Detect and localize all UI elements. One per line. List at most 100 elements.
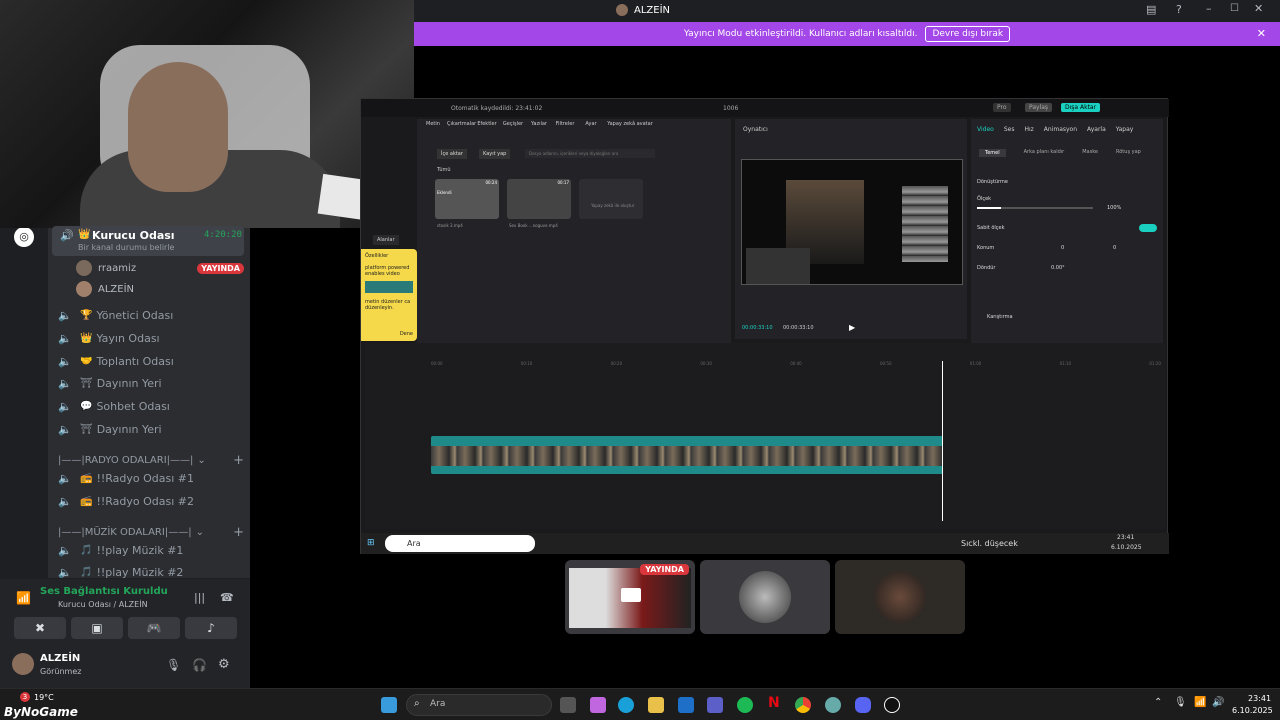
media-clip[interactable]: Eklendi 00:24	[435, 179, 499, 219]
close-icon[interactable]: ✕	[1257, 27, 1266, 40]
scale-slider[interactable]	[977, 207, 1093, 209]
add-channel-icon[interactable]: +	[233, 525, 244, 540]
clock-date[interactable]: 6.10.2025	[1232, 706, 1273, 715]
spotify-icon[interactable]	[737, 697, 753, 713]
camera-button[interactable]: ✖	[14, 617, 66, 639]
voice-status[interactable]: Ses Bağlantısı Kuruldu	[40, 586, 168, 597]
sidebar-section[interactable]: Alanlar	[373, 235, 399, 245]
subtab-retouch[interactable]: Rötuş yap	[1116, 149, 1141, 157]
disable-button[interactable]: Devre dışı bırak	[925, 26, 1011, 42]
scale-value[interactable]: 100%	[1107, 205, 1121, 211]
tool-effects[interactable]: Efektler	[475, 121, 499, 127]
music-channel[interactable]: 🔈 🎵 !!play Müzik #1	[52, 539, 244, 561]
rotate-value[interactable]: 0.00°	[1051, 265, 1065, 271]
tool-adjust[interactable]: Ayar	[579, 121, 603, 127]
capcut-icon[interactable]	[884, 697, 900, 713]
mic-icon[interactable]: 🎙	[1174, 697, 1187, 708]
settings-icon[interactable]: ⚙	[218, 657, 230, 672]
blend-label[interactable]: Karıştırma	[987, 314, 1013, 320]
help-icon[interactable]: ?	[1176, 3, 1182, 16]
subtab-mask[interactable]: Maske	[1082, 149, 1098, 157]
participant-tile[interactable]	[835, 560, 965, 634]
settings-icon[interactable]	[825, 697, 841, 713]
avatar[interactable]	[12, 653, 34, 675]
screen-share-button[interactable]: ▣	[71, 617, 123, 639]
tab-animation[interactable]: Animasyon	[1044, 126, 1077, 133]
tool-ai-avatar[interactable]: Yapay zekâ avatar	[605, 121, 655, 127]
wifi-icon[interactable]: 📶	[1194, 697, 1206, 708]
chevron-up-icon[interactable]: ⌃	[1154, 697, 1162, 708]
tab-video[interactable]: Video	[977, 126, 994, 133]
outlook-icon[interactable]	[678, 697, 694, 713]
tool-stickers[interactable]: Çıkartmalar	[447, 121, 476, 127]
share-button[interactable]: Paylaş	[1025, 103, 1053, 112]
try-button[interactable]: Dene	[400, 331, 413, 337]
media-search[interactable]: Dosya adlarını, içerikleri veya diyaloğl…	[525, 149, 655, 158]
tab-audio[interactable]: Ses	[1004, 126, 1015, 133]
inbox-icon[interactable]: ▤	[1146, 3, 1156, 16]
add-channel-icon[interactable]: +	[233, 453, 244, 468]
close-button[interactable]: ✕	[1254, 2, 1263, 15]
tool-filters[interactable]: Filtreler	[553, 121, 577, 127]
voice-channel[interactable]: 🔈 ⛩ Dayının Yeri	[52, 418, 244, 440]
uniform-scale-toggle[interactable]	[1139, 224, 1157, 232]
voice-channel[interactable]: 🔈 🏆 Yönetici Odası	[52, 304, 244, 326]
filter-all[interactable]: Tümü	[437, 167, 451, 173]
tool-captions[interactable]: Yazılar	[527, 121, 551, 127]
teams-icon[interactable]	[707, 697, 723, 713]
weather-temp[interactable]: 19°C	[34, 693, 54, 702]
voice-location[interactable]: Kurucu Odası / ALZEİN	[58, 600, 148, 609]
record-button[interactable]: Kayıt yap	[479, 149, 511, 159]
subtab-remove-bg[interactable]: Arka planı kaldır	[1024, 149, 1065, 157]
category-music[interactable]: |——|MÜZİK ODALARI|——| ⌄ +	[58, 525, 244, 540]
volume-icon[interactable]: 🔊	[1212, 697, 1224, 708]
search-box[interactable]	[406, 694, 552, 716]
start-icon[interactable]	[381, 697, 397, 713]
participant-tile[interactable]	[700, 560, 830, 634]
headphones-icon[interactable]: 🎧	[192, 658, 207, 672]
activity-button[interactable]: 🎮	[128, 617, 180, 639]
stream-tile[interactable]: YAYINDA	[565, 560, 695, 634]
disconnect-icon[interactable]: ☎	[220, 591, 234, 604]
folder-icon[interactable]	[648, 697, 664, 713]
tool-text[interactable]: Metin	[421, 121, 445, 127]
playhead[interactable]	[942, 361, 943, 521]
soundboard-button[interactable]: ♪	[185, 617, 237, 639]
voice-channel[interactable]: 🔈 ⛩ Dayının Yeri	[52, 372, 244, 394]
position-x[interactable]: 0	[1061, 245, 1064, 251]
import-button[interactable]: İçe aktar	[437, 149, 467, 159]
voice-user[interactable]: rraamiz YAYINDA	[76, 258, 244, 278]
tool-transitions[interactable]: Geçişler	[501, 121, 525, 127]
voice-channel[interactable]: 🔈 🤝 Toplantı Odası	[52, 350, 244, 372]
task-view-icon[interactable]	[560, 697, 576, 713]
maximize-button[interactable]: ☐	[1230, 3, 1239, 14]
voice-channel[interactable]: 🔈 👑 Yayın Odası	[52, 327, 244, 349]
transform-label[interactable]: Dönüştürme	[977, 179, 1008, 185]
media-clip[interactable]: 00:17	[507, 179, 571, 219]
voice-channel[interactable]: 🔈 💬 Sohbet Odası	[52, 395, 244, 417]
radio-channel[interactable]: 🔈 📻 !!Radyo Odası #1	[52, 467, 244, 489]
mic-icon[interactable]: 🎙	[166, 658, 181, 672]
tab-speed[interactable]: Hız	[1024, 126, 1033, 133]
category-radio[interactable]: |——|RADYO ODALARI|——| ⌄ +	[58, 453, 244, 468]
netflix-icon[interactable]: N	[768, 695, 780, 711]
minimize-button[interactable]: –	[1206, 2, 1212, 15]
discord-icon[interactable]	[855, 697, 871, 713]
tab-adjust[interactable]: Ayarla	[1087, 126, 1106, 133]
play-icon[interactable]: ▶	[849, 323, 855, 332]
tab-ai[interactable]: Yapay	[1116, 126, 1134, 133]
export-button[interactable]: Dışa Aktar	[1061, 103, 1101, 112]
position-y[interactable]: 0	[1113, 245, 1116, 251]
copilot-icon[interactable]	[590, 697, 606, 713]
radio-channel[interactable]: 🔈 📻 !!Radyo Odası #2	[52, 490, 244, 512]
voice-user[interactable]: ALZEİN	[76, 279, 244, 299]
pro-button[interactable]: Pro	[993, 103, 1011, 112]
clock-time[interactable]: 23:41	[1248, 694, 1271, 703]
server-icon[interactable]: ◎	[14, 227, 34, 247]
start-icon[interactable]: ⊞	[367, 538, 375, 548]
chrome-icon[interactable]	[795, 697, 811, 713]
ai-create-card[interactable]: Yapay zekâ ile oluştur	[579, 179, 643, 219]
edge-icon[interactable]	[618, 697, 634, 713]
noise-suppression-icon[interactable]: |||	[194, 591, 205, 604]
channel-status[interactable]: Bir kanal durumu belirle	[78, 243, 174, 252]
